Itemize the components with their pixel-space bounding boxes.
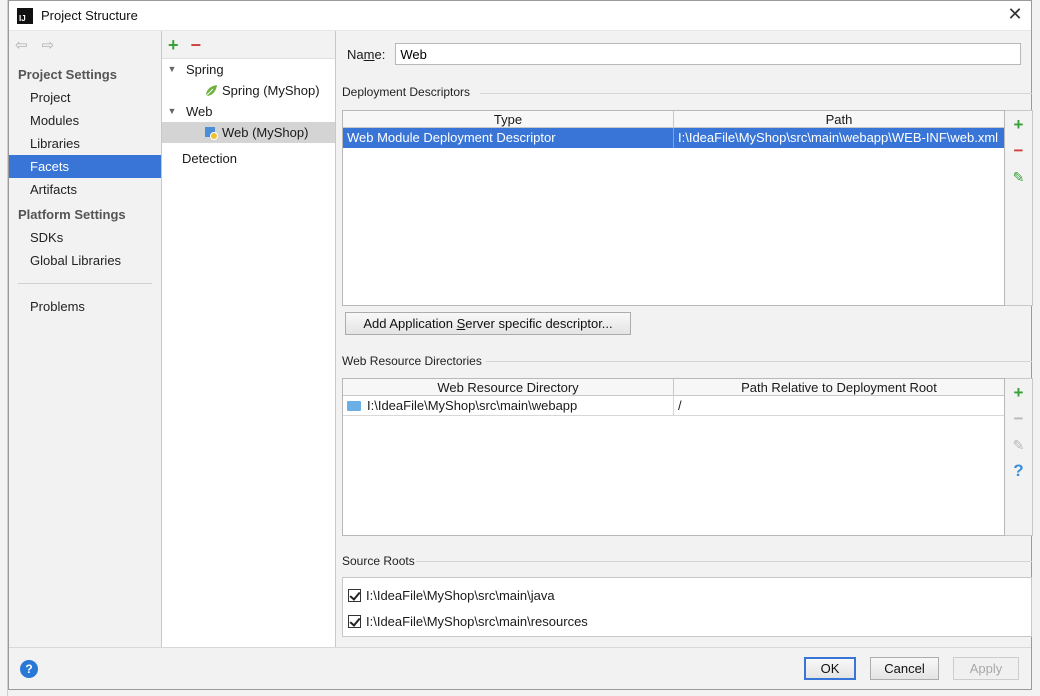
resource-directory-cell: I:\IdeaFile\MyShop\src\main\webapp	[343, 396, 674, 415]
tree-node-spring[interactable]: ▼ Spring	[162, 59, 335, 80]
descriptor-path-cell: I:\IdeaFile\MyShop\src\main\webapp\WEB-I…	[678, 130, 999, 145]
intellij-app-icon: IJ	[17, 7, 33, 24]
nav-item-problems[interactable]: Problems	[9, 295, 161, 318]
name-label: Name:	[347, 46, 386, 62]
table-header: Web Resource Directory Path Relative to …	[343, 379, 1004, 396]
tree-node-label: Detection	[182, 151, 237, 166]
descriptor-type-cell: Web Module Deployment Descriptor	[343, 128, 674, 148]
back-arrow-icon[interactable]: ⇦	[15, 36, 28, 54]
web-facet-icon	[205, 126, 218, 140]
source-root-item[interactable]: I:\IdeaFile\MyShop\src\main\resources	[343, 608, 1031, 634]
help-icon[interactable]: ?	[20, 660, 38, 678]
source-root-path: I:\IdeaFile\MyShop\src\main\java	[366, 587, 555, 603]
table-row[interactable]: Web Module Deployment Descriptor I:\Idea…	[343, 128, 1004, 148]
dialog-footer: ? OK Cancel Apply	[9, 647, 1031, 689]
nav-divider	[18, 283, 152, 284]
source-root-item[interactable]: I:\IdeaFile\MyShop\src\main\java	[343, 582, 1031, 608]
deployment-descriptors-table: Type Path Web Module Deployment Descript…	[342, 110, 1005, 306]
section-divider	[416, 561, 1032, 562]
title-bar: IJ Project Structure ✕	[9, 1, 1031, 31]
column-header-relative-path[interactable]: Path Relative to Deployment Root	[674, 379, 1004, 395]
nav-item-global-libraries[interactable]: Global Libraries	[9, 249, 161, 272]
edit-resource-icon[interactable]: ✎	[1009, 435, 1029, 455]
name-row: Name:	[347, 43, 1022, 65]
section-divider	[486, 361, 1032, 362]
column-header-path[interactable]: Path	[674, 111, 1004, 127]
nav-item-artifacts[interactable]: Artifacts	[9, 178, 161, 201]
project-settings-header: Project Settings	[18, 67, 117, 82]
chevron-down-icon[interactable]: ▼	[166, 101, 178, 122]
nav-item-sdks[interactable]: SDKs	[9, 226, 161, 249]
apply-button[interactable]: Apply	[953, 657, 1019, 680]
remove-descriptor-icon[interactable]: −	[1009, 141, 1029, 161]
checkbox[interactable]	[348, 588, 361, 602]
tree-node-spring-myshop[interactable]: Spring (MyShop)	[162, 80, 335, 101]
deployment-side-toolbar: + − ✎	[1005, 110, 1033, 306]
add-resource-icon[interactable]: +	[1009, 383, 1029, 403]
project-structure-dialog: IJ Project Structure ✕ ⇦ ⇨ Project Setti…	[8, 0, 1033, 690]
close-icon[interactable]: ✕	[1005, 5, 1025, 25]
facet-settings-panel: Name: Deployment Descriptors Type Path W…	[336, 31, 1033, 647]
deployment-descriptors-title: Deployment Descriptors	[342, 85, 471, 99]
remove-resource-icon[interactable]: −	[1009, 409, 1029, 429]
background-ide-strip	[0, 0, 8, 696]
settings-nav: ⇦ ⇨ Project Settings Project Modules Lib…	[9, 31, 162, 647]
facet-tree-panel: + − ▼ Spring Spring (MyShop) ▼ Web Web (…	[162, 31, 336, 647]
remove-facet-icon[interactable]: −	[191, 36, 202, 54]
tree-node-label: Web	[186, 104, 213, 119]
tree-node-label: Spring	[186, 62, 224, 77]
tree-node-label: Web (MyShop)	[222, 125, 309, 140]
tree-toolbar: + −	[162, 31, 335, 59]
add-facet-icon[interactable]: +	[168, 36, 179, 54]
web-resource-directories-title: Web Resource Directories	[342, 354, 482, 368]
forward-arrow-icon[interactable]: ⇨	[42, 36, 55, 54]
column-header-directory[interactable]: Web Resource Directory	[343, 379, 674, 395]
source-root-path: I:\IdeaFile\MyShop\src\main\resources	[366, 613, 588, 629]
nav-history: ⇦ ⇨	[9, 31, 161, 59]
tree-node-web-myshop[interactable]: Web (MyShop)	[162, 122, 335, 143]
platform-settings-header: Platform Settings	[18, 207, 126, 222]
tree-node-detection[interactable]: Detection	[162, 148, 335, 169]
column-header-type[interactable]: Type	[343, 111, 674, 127]
nav-item-libraries[interactable]: Libraries	[9, 132, 161, 155]
window-title: Project Structure	[41, 8, 138, 23]
relative-path-cell: /	[678, 398, 682, 413]
name-input[interactable]	[395, 43, 1022, 65]
resources-side-toolbar: + − ✎ ?	[1005, 378, 1033, 536]
spring-leaf-icon	[205, 84, 217, 96]
tree-node-label: Spring (MyShop)	[222, 83, 320, 98]
table-row[interactable]: I:\IdeaFile\MyShop\src\main\webapp /	[343, 396, 1004, 416]
web-resource-table: Web Resource Directory Path Relative to …	[342, 378, 1005, 536]
edit-descriptor-icon[interactable]: ✎	[1009, 167, 1029, 187]
add-server-descriptor-button[interactable]: Add Application Server specific descript…	[345, 312, 631, 335]
source-roots-list: I:\IdeaFile\MyShop\src\main\java I:\Idea…	[342, 577, 1032, 637]
help-icon[interactable]: ?	[1009, 461, 1029, 481]
add-descriptor-icon[interactable]: +	[1009, 115, 1029, 135]
checkbox[interactable]	[348, 614, 361, 628]
folder-icon	[347, 401, 361, 411]
ok-button[interactable]: OK	[804, 657, 856, 680]
nav-item-project[interactable]: Project	[9, 86, 161, 109]
cancel-button[interactable]: Cancel	[870, 657, 939, 680]
table-header: Type Path	[343, 111, 1004, 128]
nav-item-facets[interactable]: Facets	[9, 155, 161, 178]
tree-node-web[interactable]: ▼ Web	[162, 101, 335, 122]
chevron-down-icon[interactable]: ▼	[166, 59, 178, 80]
section-divider	[480, 93, 1032, 94]
source-roots-title: Source Roots	[342, 554, 415, 568]
nav-item-modules[interactable]: Modules	[9, 109, 161, 132]
